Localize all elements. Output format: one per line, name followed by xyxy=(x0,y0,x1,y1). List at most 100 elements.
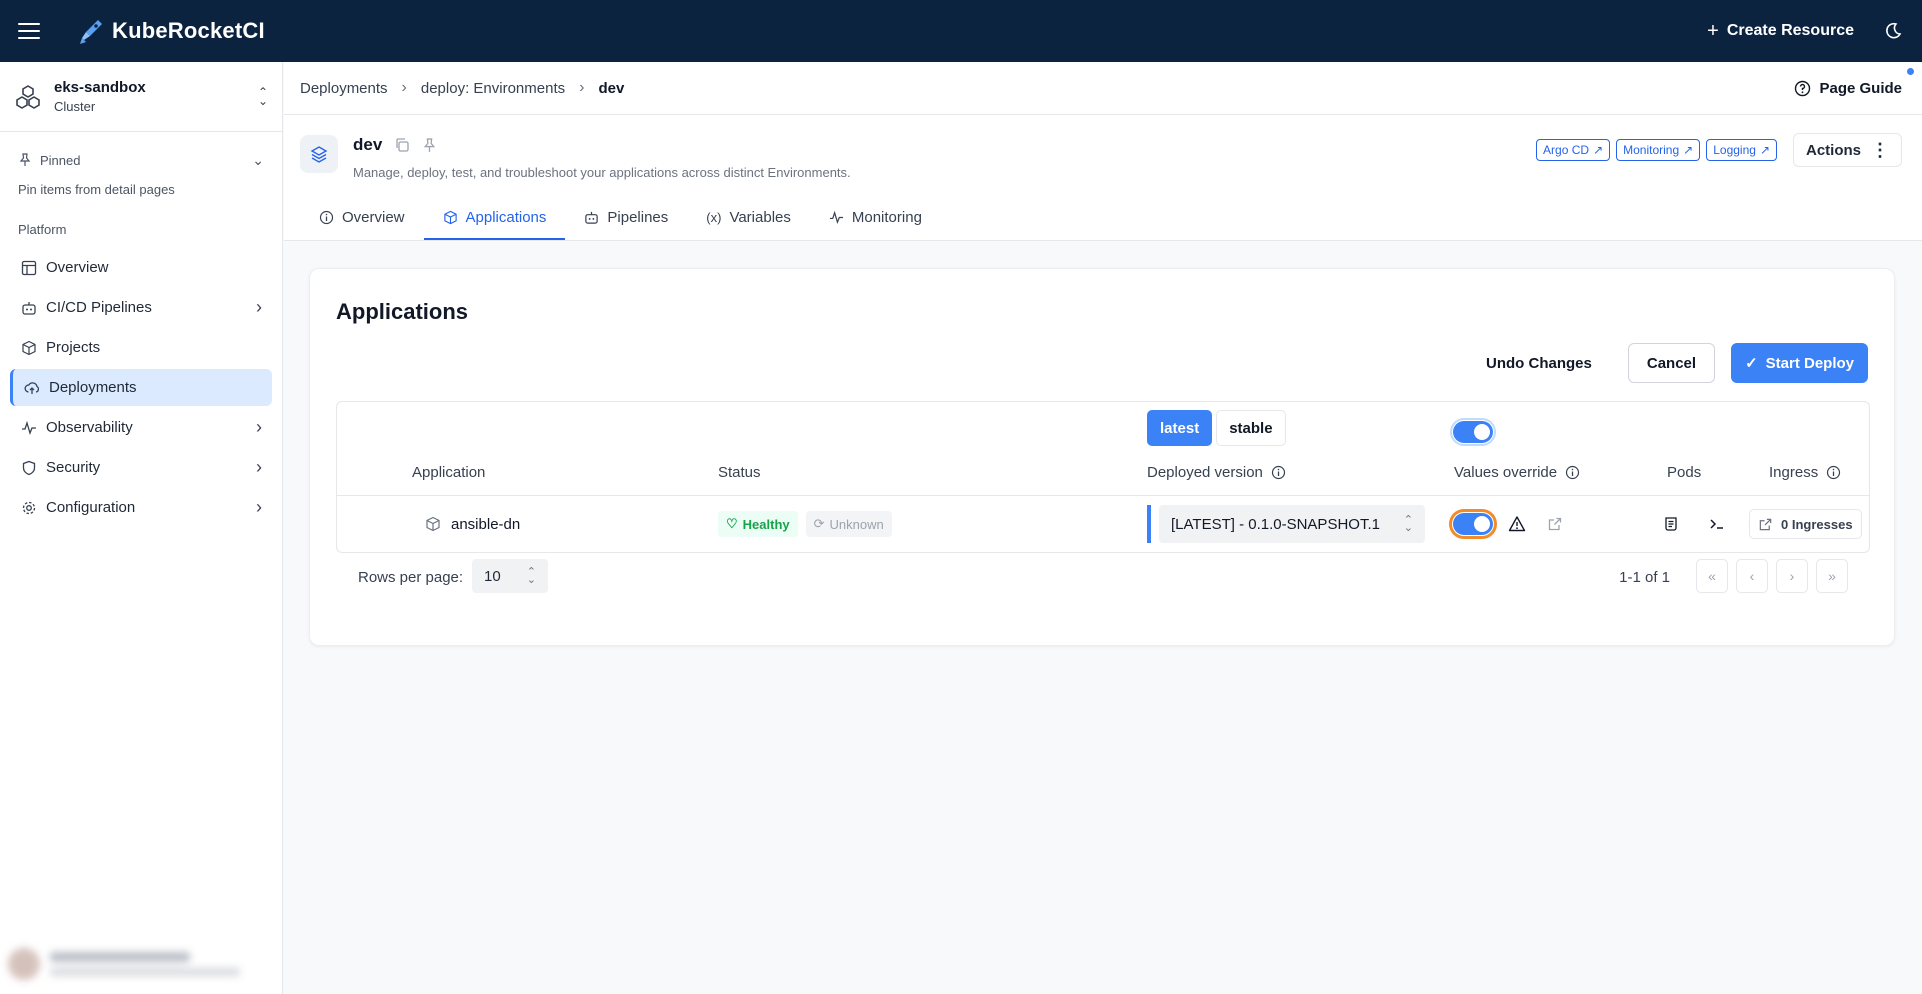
tab-label: Applications xyxy=(465,208,547,226)
header-values-override: Values override xyxy=(1454,464,1580,481)
robot-icon xyxy=(20,299,38,317)
card-title: Applications xyxy=(336,299,469,324)
first-page-button[interactable]: « xyxy=(1696,559,1728,593)
table-header: latest stable Application Status Deploye… xyxy=(337,402,1869,496)
user-profile[interactable] xyxy=(8,944,274,984)
moon-icon[interactable] xyxy=(1884,22,1902,40)
ingress-label: 0 Ingresses xyxy=(1781,516,1853,532)
tab-overview[interactable]: Overview xyxy=(300,196,424,240)
cloud-upload-icon xyxy=(23,379,41,397)
app-name[interactable]: ansible-dn xyxy=(451,516,520,533)
menu-icon[interactable] xyxy=(18,23,40,39)
chevron-right-icon: › xyxy=(256,297,262,317)
previous-page-button[interactable]: ‹ xyxy=(1736,559,1768,593)
refresh-icon: ⟳ xyxy=(813,516,825,531)
values-override-toggle[interactable] xyxy=(1449,509,1497,539)
cluster-type: Cluster xyxy=(54,99,96,114)
sidebar-item-security[interactable]: Security › xyxy=(10,449,272,486)
chevron-updown-icon: ⌃ ⌄ xyxy=(257,84,268,108)
chevron-updown-icon: ⌃ ⌄ xyxy=(1403,514,1413,534)
info-icon[interactable] xyxy=(1565,465,1580,480)
pinned-toggle[interactable]: Pinned ⌄ xyxy=(0,142,282,178)
sidebar-item-observability[interactable]: Observability › xyxy=(10,409,272,446)
sidebar-item-label: Configuration xyxy=(46,499,136,516)
info-icon[interactable] xyxy=(1826,465,1841,480)
sidebar-item-label: Security xyxy=(46,459,101,476)
platform-section-title: Platform xyxy=(18,222,67,237)
monitoring-link[interactable]: Monitoring ↗ xyxy=(1616,139,1701,161)
breadcrumb: Deployments › deploy: Environments › dev… xyxy=(284,62,1922,115)
tab-pipelines[interactable]: Pipelines xyxy=(565,196,687,240)
info-icon[interactable] xyxy=(1271,465,1286,480)
tab-applications[interactable]: Applications xyxy=(423,196,566,240)
actions-button[interactable]: Actions ⋮ xyxy=(1792,133,1902,167)
top-bar: KubeRocketCI + Create Resource xyxy=(0,0,1922,62)
layers-icon xyxy=(300,135,338,173)
header-label: Pods xyxy=(1667,464,1702,481)
tab-variables[interactable]: (x) Variables xyxy=(687,196,810,240)
app-cell: ansible-dn xyxy=(425,496,520,552)
layout-icon xyxy=(20,259,38,277)
sidebar-item-deployments[interactable]: Deployments xyxy=(10,369,272,406)
argocd-link[interactable]: Argo CD ↗ xyxy=(1536,139,1611,161)
sidebar-item-configuration[interactable]: Configuration › xyxy=(10,489,272,526)
logging-link-label: Logging xyxy=(1713,143,1756,157)
values-override-all-toggle[interactable] xyxy=(1450,418,1496,446)
chevron-updown-icon: ⌃ ⌄ xyxy=(526,566,536,586)
ingress-cell: 0 Ingresses xyxy=(1749,496,1862,552)
cluster-icon xyxy=(16,84,40,109)
cluster-switcher[interactable]: eks-sandbox Cluster ⌃ ⌄ xyxy=(0,62,282,132)
breadcrumb-environments[interactable]: deploy: Environments xyxy=(421,80,565,97)
version-value: [LATEST] - 0.1.0-SNAPSHOT.1 xyxy=(1171,515,1380,533)
logs-icon[interactable] xyxy=(1657,510,1685,538)
status-cell: ♡ Healthy ⟳ Unknown xyxy=(718,496,892,552)
start-deploy-label: Start Deploy xyxy=(1765,354,1854,372)
create-resource-button[interactable]: + Create Resource xyxy=(1707,21,1854,41)
rows-per-page-select[interactable]: 10 ⌃ ⌄ xyxy=(472,559,548,593)
version-select[interactable]: [LATEST] - 0.1.0-SNAPSHOT.1 ⌃ ⌄ xyxy=(1159,505,1425,543)
tab-label: Pipelines xyxy=(607,208,669,226)
breadcrumb-deployments[interactable]: Deployments xyxy=(300,80,388,97)
check-icon: ✓ xyxy=(1745,355,1758,372)
warning-icon[interactable] xyxy=(1503,510,1531,538)
sidebar-item-overview[interactable]: Overview xyxy=(10,249,272,286)
header-pods: Pods xyxy=(1667,464,1701,481)
pin-icon[interactable] xyxy=(422,137,437,153)
tab-label: Monitoring xyxy=(851,208,922,226)
start-deploy-button[interactable]: ✓ Start Deploy xyxy=(1731,343,1868,383)
box-icon xyxy=(443,210,457,224)
header-label: Values override xyxy=(1454,464,1558,481)
undo-changes-button[interactable]: Undo Changes xyxy=(1466,343,1612,383)
copy-icon[interactable] xyxy=(394,137,410,153)
plus-icon: + xyxy=(1707,20,1719,42)
last-page-button[interactable]: » xyxy=(1816,559,1848,593)
tab-bar: Overview Applications Pipelines (x) Vari… xyxy=(300,196,941,240)
page-guide-button[interactable]: Page Guide xyxy=(1794,67,1914,97)
health-label: Healthy xyxy=(742,516,790,532)
page-description: Manage, deploy, test, and troubleshoot y… xyxy=(353,165,851,180)
gear-icon xyxy=(20,499,38,517)
tab-monitoring[interactable]: Monitoring xyxy=(810,196,941,240)
cancel-button[interactable]: Cancel xyxy=(1627,343,1716,383)
shield-icon xyxy=(20,459,38,477)
terminal-icon[interactable] xyxy=(1703,510,1731,538)
pin-icon xyxy=(19,153,31,166)
header-deployed-version: Deployed version xyxy=(1147,464,1286,481)
brand[interactable]: KubeRocketCI xyxy=(76,16,265,46)
sidebar-item-cicd-pipelines[interactable]: CI/CD Pipelines › xyxy=(10,289,272,326)
page-guide-label: Page Guide xyxy=(1819,79,1902,97)
ingresses-button[interactable]: 0 Ingresses xyxy=(1749,509,1862,539)
stable-button[interactable]: stable xyxy=(1216,410,1286,446)
sidebar: eks-sandbox Cluster ⌃ ⌄ Pinned ⌄ Pin item… xyxy=(0,62,283,994)
sidebar-item-projects[interactable]: Projects xyxy=(10,329,272,366)
header-label: Ingress xyxy=(1769,464,1819,481)
logging-link[interactable]: Logging ↗ xyxy=(1706,139,1777,161)
actions-label: Actions xyxy=(1805,141,1861,159)
pagination: Rows per page: 10 ⌃ ⌄ 1-1 of 1 « ‹ › » xyxy=(336,559,1870,597)
robot-icon xyxy=(585,211,599,224)
next-page-button[interactable]: › xyxy=(1776,559,1808,593)
external-link-icon[interactable] xyxy=(1541,510,1569,538)
latest-button[interactable]: latest xyxy=(1147,410,1213,446)
external-link-icon: ↗ xyxy=(1593,143,1604,157)
sidebar-item-label: Deployments xyxy=(49,379,137,396)
